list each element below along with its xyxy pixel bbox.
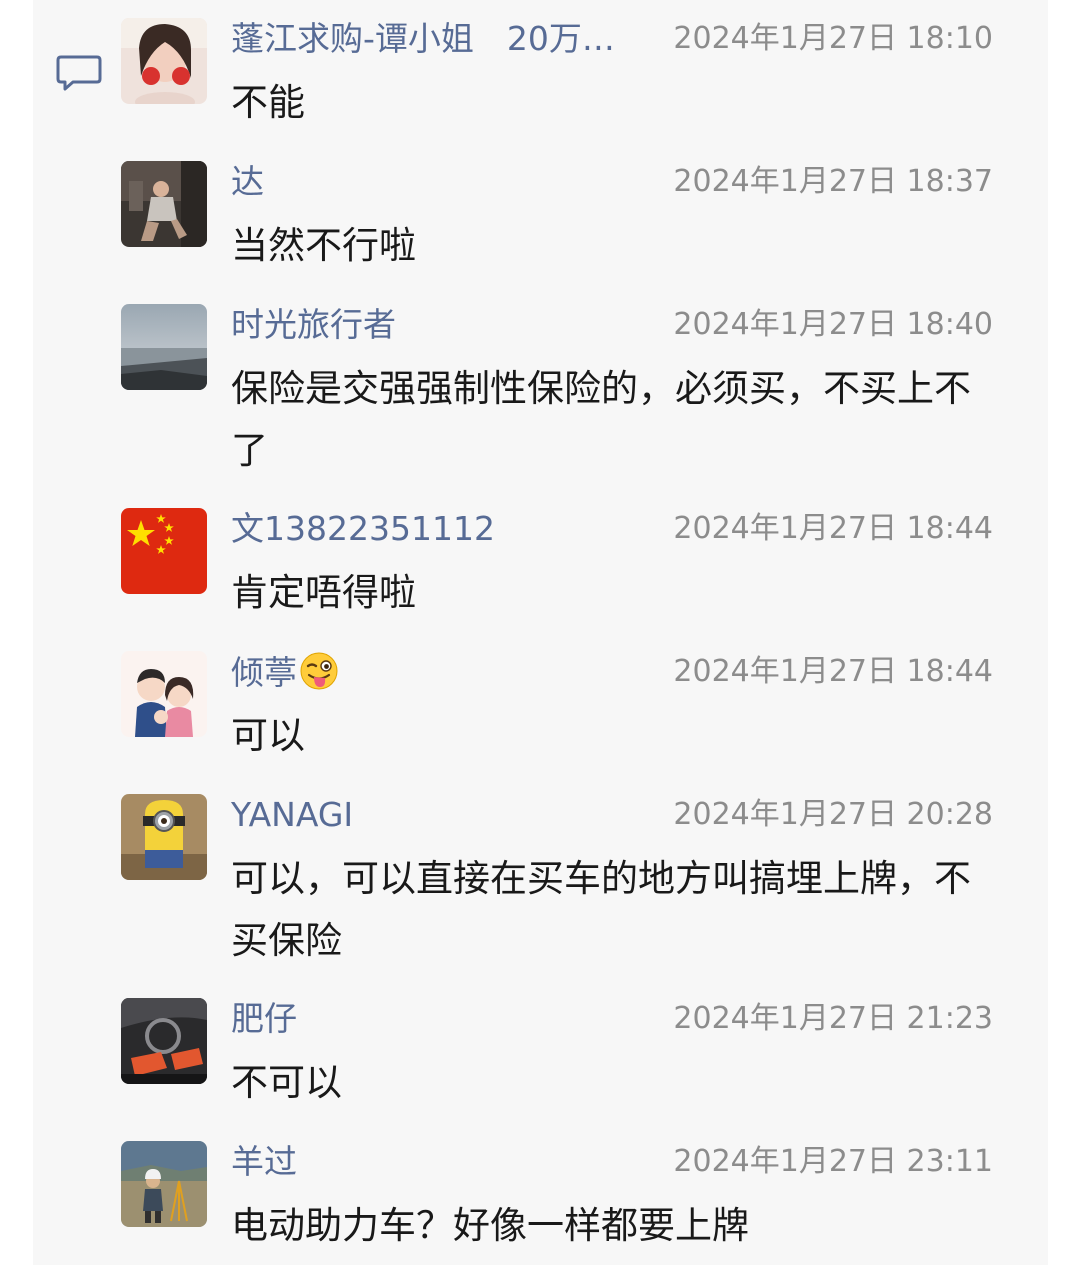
user-avatar[interactable] xyxy=(121,1141,207,1227)
user-avatar[interactable] xyxy=(121,304,207,390)
photo-avatar-icon xyxy=(121,18,207,104)
user-avatar[interactable] xyxy=(121,18,207,104)
user-name[interactable]: 羊过 xyxy=(231,1141,297,1183)
comment-text: 不可以 xyxy=(231,1061,342,1104)
user-name[interactable]: 达 xyxy=(231,161,264,203)
user-name[interactable]: YANAGI xyxy=(231,794,353,836)
photo-avatar-icon xyxy=(121,161,207,247)
cartoon-avatar-icon xyxy=(121,651,207,737)
car-interior-avatar-icon xyxy=(121,998,207,1084)
minion-avatar-icon xyxy=(121,794,207,880)
comment-time: 2024年1月27日 23:11 xyxy=(673,1144,993,1179)
comment-text: 电动助力车？好像一样都要上牌 xyxy=(231,1204,749,1247)
flag-avatar-icon xyxy=(121,508,207,594)
comment-time: 2024年1月27日 18:44 xyxy=(673,654,993,689)
comment-text: 保险是交强强制性保险的，必须买，不买上不了 xyxy=(231,367,971,472)
user-name[interactable]: 肥仔 xyxy=(231,998,297,1040)
user-avatar[interactable] xyxy=(121,998,207,1084)
user-name[interactable]: 时光旅行者 xyxy=(231,304,396,346)
comment-time: 2024年1月27日 18:44 xyxy=(673,511,993,546)
comment-text: 当然不行啦 xyxy=(231,224,416,267)
worker-avatar-icon xyxy=(121,1141,207,1227)
landscape-avatar-icon xyxy=(121,304,207,390)
user-name[interactable]: 倾葶 xyxy=(231,651,339,693)
user-avatar[interactable] xyxy=(121,508,207,594)
user-name[interactable]: 蓬江求购-谭小姐 20万… xyxy=(231,18,615,60)
comment-time: 2024年1月27日 21:23 xyxy=(673,1001,993,1036)
winking-tongue-emoji-icon xyxy=(300,652,338,690)
comment-text: 不能 xyxy=(231,81,305,124)
comment-text: 可以 xyxy=(231,714,305,757)
user-avatar[interactable] xyxy=(121,651,207,737)
user-avatar[interactable] xyxy=(121,161,207,247)
comment-time: 2024年1月27日 20:28 xyxy=(673,797,993,832)
comment-text: 可以，可以直接在买车的地方叫搞埋上牌，不买保险 xyxy=(231,857,971,962)
user-name[interactable]: 文13822351112 xyxy=(231,508,495,550)
comment-time: 2024年1月27日 18:40 xyxy=(673,307,993,342)
comment-time: 2024年1月27日 18:10 xyxy=(673,21,993,56)
comment-time: 2024年1月27日 18:37 xyxy=(673,164,993,199)
user-name-text: 倾葶 xyxy=(231,653,297,692)
user-avatar[interactable] xyxy=(121,794,207,880)
comment-icon[interactable] xyxy=(56,54,102,94)
comment-text: 肯定唔得啦 xyxy=(231,571,416,614)
